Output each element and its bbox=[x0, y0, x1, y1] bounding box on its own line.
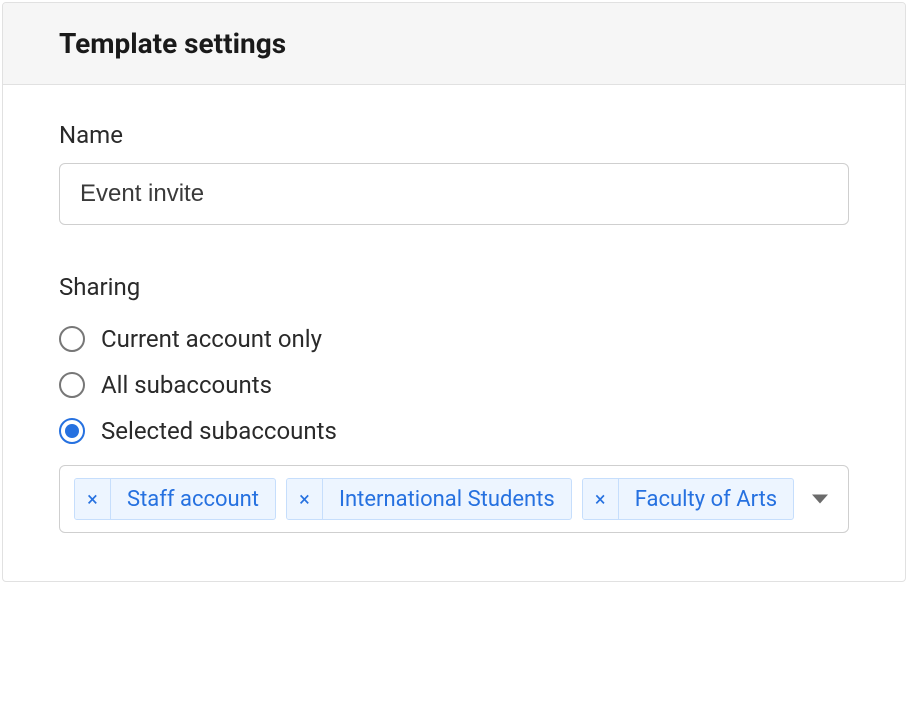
panel-body: Name Sharing Current account only All su… bbox=[3, 85, 905, 581]
chip-faculty-of-arts: × Faculty of Arts bbox=[582, 478, 794, 520]
chevron-down-icon[interactable] bbox=[812, 495, 828, 504]
name-label: Name bbox=[59, 121, 849, 149]
chip-label: Staff account bbox=[111, 479, 275, 519]
radio-label: Selected subaccounts bbox=[101, 417, 337, 445]
subaccounts-multiselect[interactable]: × Staff account × International Students… bbox=[59, 465, 849, 533]
sharing-label: Sharing bbox=[59, 273, 849, 301]
chips-container: × Staff account × International Students… bbox=[74, 478, 834, 520]
radio-icon bbox=[59, 326, 85, 352]
chip-label: International Students bbox=[323, 479, 571, 519]
panel-header: Template settings bbox=[3, 3, 905, 85]
chip-label: Faculty of Arts bbox=[619, 479, 793, 519]
radio-icon bbox=[59, 372, 85, 398]
chip-remove-icon[interactable]: × bbox=[287, 479, 323, 519]
radio-selected-subaccounts[interactable]: Selected subaccounts bbox=[59, 417, 849, 445]
name-input[interactable] bbox=[59, 163, 849, 225]
sharing-radio-group: Current account only All subaccounts Sel… bbox=[59, 325, 849, 445]
template-settings-panel: Template settings Name Sharing Current a… bbox=[2, 2, 906, 582]
radio-all-subaccounts[interactable]: All subaccounts bbox=[59, 371, 849, 399]
chip-staff-account: × Staff account bbox=[74, 478, 276, 520]
radio-current-account-only[interactable]: Current account only bbox=[59, 325, 849, 353]
panel-title: Template settings bbox=[59, 27, 849, 60]
chip-remove-icon[interactable]: × bbox=[583, 479, 619, 519]
chip-remove-icon[interactable]: × bbox=[75, 479, 111, 519]
radio-icon bbox=[59, 418, 85, 444]
radio-label: Current account only bbox=[101, 325, 322, 353]
chip-international-students: × International Students bbox=[286, 478, 572, 520]
radio-label: All subaccounts bbox=[101, 371, 272, 399]
